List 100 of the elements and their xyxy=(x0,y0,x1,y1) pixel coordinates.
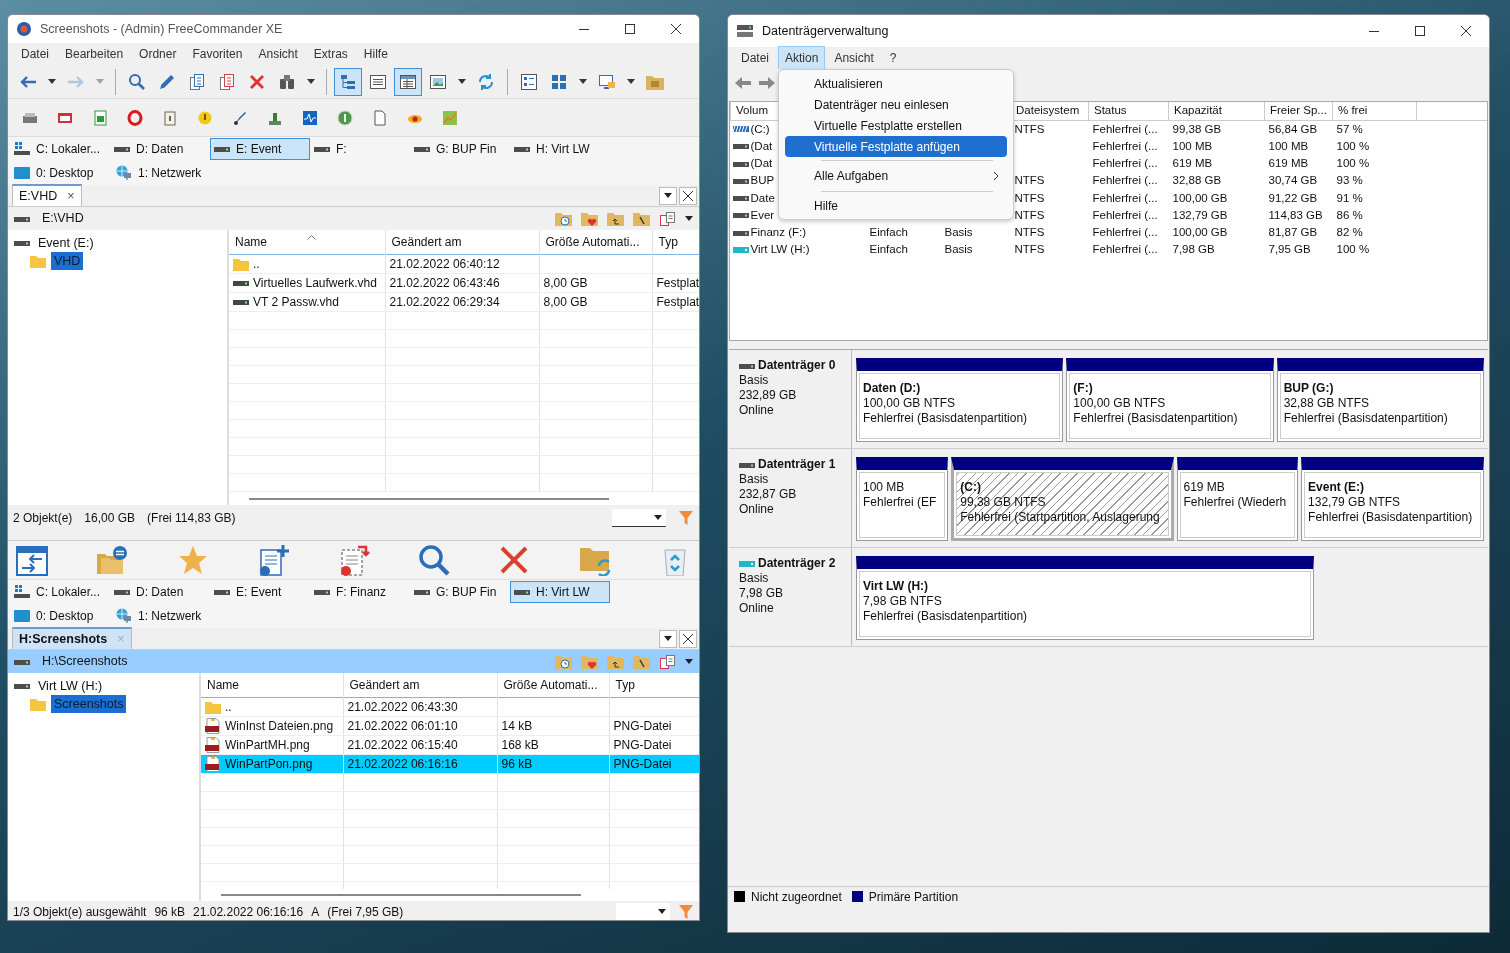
search-icon[interactable] xyxy=(417,544,450,576)
copy-icon[interactable] xyxy=(659,653,677,670)
column-header[interactable]: Status xyxy=(1088,102,1169,120)
swap-panels-icon[interactable] xyxy=(16,544,48,576)
clock-folder-icon[interactable] xyxy=(555,653,573,670)
folder-compare-icon[interactable] xyxy=(96,544,129,576)
drive-button[interactable]: 0: Desktop xyxy=(10,162,110,184)
panel-tab[interactable]: E:VHD × xyxy=(12,184,82,206)
heart-folder-icon[interactable] xyxy=(581,653,599,670)
page-icon[interactable] xyxy=(372,109,388,126)
partition-block[interactable]: 619 MB Fehlerfrei (Wiederh xyxy=(1176,457,1299,541)
column-header[interactable]: Geändert am xyxy=(343,673,497,697)
ring-icon[interactable] xyxy=(127,109,143,126)
back-arrow-icon[interactable] xyxy=(734,76,752,90)
scrollbar[interactable] xyxy=(221,894,581,896)
new-document-icon[interactable] xyxy=(257,544,290,576)
partition-block[interactable]: Daten (D:) 100,00 GB NTFS Fehlerfrei (Basisdatenpartition) xyxy=(856,358,1064,442)
drive-button[interactable]: C: Lokaler... xyxy=(10,581,110,603)
caret-icon[interactable] xyxy=(685,659,693,664)
menu-item[interactable]: ? xyxy=(882,46,904,70)
drive-button[interactable]: G: BUP Fin xyxy=(410,138,510,160)
dropdown-button[interactable] xyxy=(659,186,677,205)
coin-icon[interactable] xyxy=(197,109,213,126)
file-row[interactable]: VT 2 Passw.vhd 21.02.2022 06:29:34 8,00 GB Festplat xyxy=(229,292,699,311)
menu-item[interactable]: Ordner xyxy=(132,42,184,66)
drive-button[interactable]: C: Lokaler... xyxy=(10,138,110,160)
drive-button[interactable]: 0: Desktop xyxy=(10,605,110,627)
drive-button[interactable]: F: Finanz xyxy=(310,581,410,603)
file-row[interactable]: WinInst Dateien.png 21.02.2022 06:01:10 14 kB PNG-Datei xyxy=(201,716,699,735)
forward-arrow-icon[interactable] xyxy=(758,76,776,90)
drive-button[interactable]: G: BUP Fin xyxy=(410,581,510,603)
submenu-item[interactable]: Alle Aufgaben xyxy=(785,164,1007,188)
clock-folder-icon[interactable] xyxy=(555,210,573,227)
close-button[interactable] xyxy=(679,629,697,648)
caret-icon[interactable] xyxy=(627,79,635,84)
caret-icon[interactable] xyxy=(48,79,56,84)
column-header[interactable]: Typ xyxy=(609,673,699,697)
partition-block[interactable]: 100 MB Fehlerfrei (EF xyxy=(856,457,949,541)
menu-item[interactable]: Bearbeiten xyxy=(58,42,131,66)
menu-item[interactable]: Ansicht xyxy=(251,42,305,66)
drive-button[interactable]: 1: Netzwerk xyxy=(110,605,210,627)
tree-item[interactable]: Event (E:) xyxy=(35,233,97,253)
partition-block[interactable]: Event (E:) 132,79 GB NTFS Fehlerfrei (Basisdatenpartition) xyxy=(1301,457,1484,541)
menu-item[interactable]: Ansicht xyxy=(827,46,881,70)
drive-button[interactable]: F: xyxy=(310,138,410,160)
brush-icon[interactable] xyxy=(232,109,248,126)
drive-button[interactable]: H: Virt LW xyxy=(510,138,610,160)
column-header[interactable]: Freier Sp... xyxy=(1264,102,1333,120)
filter-dropdown[interactable] xyxy=(612,508,666,527)
column-header[interactable]: Größe Automati... xyxy=(539,230,652,254)
drive-button[interactable]: E: Event xyxy=(210,138,310,160)
file-row[interactable]: .. 21.02.2022 06:40:12 xyxy=(229,254,699,273)
folder-root-icon[interactable] xyxy=(633,653,651,670)
menu-item[interactable]: Aktualisieren xyxy=(785,73,1007,94)
caret-icon[interactable] xyxy=(685,216,693,221)
chart-icon[interactable] xyxy=(442,109,458,126)
notepad-icon[interactable] xyxy=(162,109,178,126)
drive-button[interactable]: H: Virt LW xyxy=(510,581,610,603)
caret-icon[interactable] xyxy=(458,79,466,84)
menu-item[interactable]: Favoriten xyxy=(185,42,250,66)
file-row[interactable]: Virtuelles Laufwerk.vhd 21.02.2022 06:43:46 8,00 GB Festplat xyxy=(229,273,699,292)
folder-up-icon[interactable] xyxy=(607,210,625,227)
drive-button[interactable]: D: Daten xyxy=(110,581,210,603)
heart-folder-icon[interactable] xyxy=(581,210,599,227)
partition-block[interactable]: Virt LW (H:) 7,98 GB NTFS Fehlerfrei (Basisdatenpartition) xyxy=(856,556,1314,640)
column-header[interactable]: Kapazität xyxy=(1168,102,1265,120)
drive-button[interactable]: D: Daten xyxy=(110,138,210,160)
tree-item[interactable]: Screenshots xyxy=(51,694,127,714)
folder-root-icon[interactable] xyxy=(633,210,651,227)
spreadsheet-icon[interactable] xyxy=(92,109,108,126)
tab-close-button[interactable]: × xyxy=(67,186,75,206)
caret-icon[interactable] xyxy=(307,79,315,84)
menu-item[interactable]: Datei xyxy=(14,42,56,66)
close-button[interactable] xyxy=(679,186,697,205)
menu-item[interactable]: Datei xyxy=(734,46,776,70)
partition-block[interactable]: BUP (G:) 32,88 GB NTFS Fehlerfrei (Basisdatenpartition) xyxy=(1276,358,1484,442)
menu-item[interactable]: Hilfe xyxy=(356,42,395,66)
panel-tab[interactable]: H:Screenshots × xyxy=(12,627,132,649)
menu-item[interactable]: Datenträger neu einlesen xyxy=(785,94,1007,115)
menu-item[interactable]: Aktion xyxy=(778,46,826,70)
column-header[interactable]: Name xyxy=(229,230,385,254)
tree-view-button[interactable] xyxy=(334,67,362,96)
column-header[interactable]: Typ xyxy=(652,230,699,254)
partition-block[interactable]: (F:) 100,00 GB NTFS Fehlerfrei (Basisdatenpartition) xyxy=(1066,358,1274,442)
dropdown-button[interactable] xyxy=(659,629,677,648)
details-view-button[interactable] xyxy=(394,67,422,96)
file-row[interactable]: .. 21.02.2022 06:43:30 xyxy=(201,697,699,716)
drive-button[interactable]: 1: Netzwerk xyxy=(110,162,210,184)
column-header[interactable]: % frei xyxy=(1332,102,1417,120)
menu-item[interactable]: Virtuelle Festplatte erstellen xyxy=(785,115,1007,136)
drive-button[interactable]: E: Event xyxy=(210,581,310,603)
menu-item[interactable]: Hilfe xyxy=(785,195,1007,216)
tree-item[interactable]: Virt LW (H:) xyxy=(35,676,106,696)
menu-item[interactable]: Extras xyxy=(306,42,355,66)
menu-item[interactable]: Virtuelle Festplatte anfügen xyxy=(785,136,1007,157)
caret-icon[interactable] xyxy=(579,79,587,84)
pulse-icon[interactable] xyxy=(302,109,318,126)
folder-up-icon[interactable] xyxy=(607,653,625,670)
column-header[interactable]: Geändert am xyxy=(385,230,539,254)
column-header[interactable]: Name xyxy=(201,673,343,697)
